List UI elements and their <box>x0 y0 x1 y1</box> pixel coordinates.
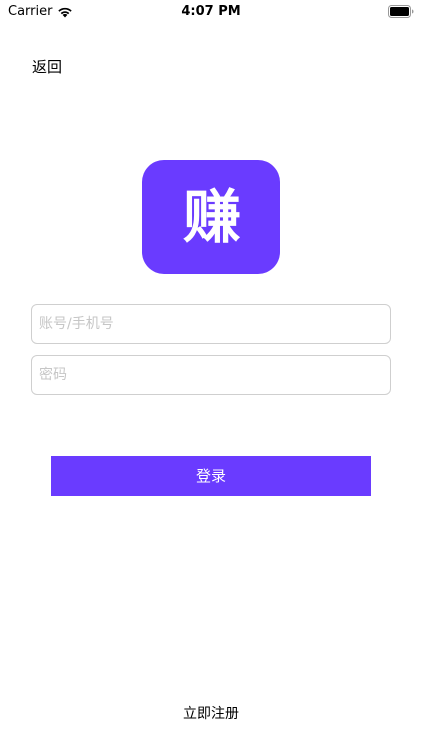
status-bar: Carrier 4:07 PM <box>0 0 422 24</box>
account-input[interactable] <box>31 304 391 344</box>
password-input[interactable] <box>31 355 391 395</box>
status-time: 4:07 PM <box>181 4 241 19</box>
app-logo: 赚 <box>142 160 280 274</box>
login-button[interactable]: 登录 <box>51 456 371 496</box>
register-link[interactable]: 立即注册 <box>0 704 422 724</box>
back-button[interactable]: 返回 <box>32 56 62 78</box>
logo-text: 赚 <box>182 183 241 251</box>
battery-full-icon <box>388 5 414 18</box>
